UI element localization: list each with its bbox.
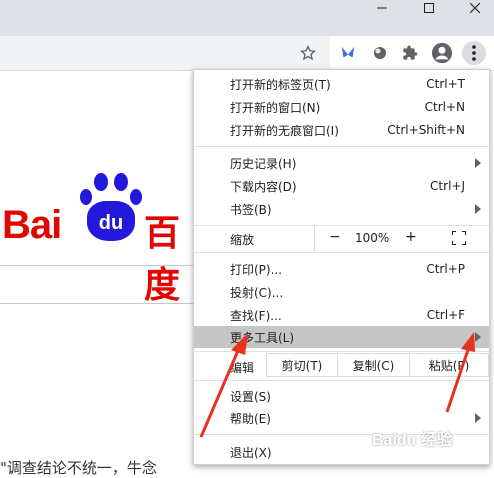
puzzle-icon: [403, 45, 418, 60]
menu-item-new-tab[interactable]: 打开新的标签页(T) Ctrl+T: [194, 73, 489, 95]
menu-item-shortcut: Ctrl+F: [426, 308, 465, 322]
browser-toolbar: [0, 36, 494, 71]
watermark: Baidu 经验: [372, 432, 453, 449]
submenu-arrow-icon: [475, 413, 481, 423]
menu-item-label: 历史记录(H): [230, 156, 297, 171]
circle-extension-icon: [374, 47, 386, 59]
divider: [0, 303, 200, 304]
address-bar[interactable]: [0, 36, 330, 70]
paste-label: 粘贴(P): [428, 358, 470, 373]
extension-circle-button[interactable]: [368, 41, 392, 65]
zoom-in-button[interactable]: +: [405, 229, 417, 245]
menu-item-label: 下载内容(D): [230, 179, 297, 194]
avatar-icon: [431, 42, 453, 64]
menu-item-cast[interactable]: 投射(C)...: [194, 281, 489, 303]
menu-item-history[interactable]: 历史记录(H): [194, 152, 489, 174]
cut-button[interactable]: 剪切(T): [266, 353, 338, 377]
menu-separator: [194, 252, 489, 253]
menu-item-new-window[interactable]: 打开新的窗口(N) Ctrl+N: [194, 96, 489, 118]
menu-item-label: 打印(P)...: [230, 262, 283, 277]
menu-item-shortcut: Ctrl+T: [426, 77, 465, 91]
title-bar: [0, 0, 494, 36]
profile-button[interactable]: [430, 41, 454, 65]
submenu-arrow-icon: [475, 204, 481, 214]
logo-latin-text: Bai: [2, 203, 62, 247]
extensions-button[interactable]: [398, 41, 422, 65]
submenu-arrow-icon: [475, 332, 481, 342]
menu-item-label: 打开新的窗口(N): [230, 100, 321, 115]
paw-pad-main: du: [87, 201, 135, 241]
menu-item-find[interactable]: 查找(F)... Ctrl+F: [194, 304, 489, 326]
paw-toe: [94, 173, 108, 191]
menu-item-label: 打开新的无痕窗口(I): [230, 123, 339, 138]
minimize-icon: [377, 7, 387, 9]
close-icon: [470, 3, 480, 13]
paw-toe: [130, 189, 142, 205]
menu-item-settings[interactable]: 设置(S): [194, 385, 489, 407]
baidu-logo[interactable]: Bai du 百度: [2, 171, 202, 306]
menu-item-bookmarks[interactable]: 书签(B): [194, 198, 489, 220]
maximize-button[interactable]: [406, 0, 452, 16]
fullscreen-icon[interactable]: [452, 231, 466, 245]
edit-row: 编辑 剪切(T) 复制(C) 粘贴(P): [194, 353, 489, 379]
submenu-arrow-icon: [475, 158, 481, 168]
minimize-button[interactable]: [359, 0, 405, 16]
star-icon: [300, 45, 316, 61]
menu-item-label: 查找(F)...: [230, 308, 282, 323]
menu-separator: [194, 380, 489, 381]
menu-item-shortcut: Ctrl+J: [430, 179, 465, 193]
logo-du-text: du: [98, 211, 124, 234]
menu-item-label: 退出(X): [230, 445, 272, 460]
menu-item-more-tools[interactable]: 更多工具(L): [194, 326, 489, 348]
menu-item-new-incognito-window[interactable]: 打开新的无痕窗口(I) Ctrl+Shift+N: [194, 119, 489, 141]
extension-feather-button[interactable]: [336, 41, 360, 65]
feather-extension-icon: [341, 46, 355, 58]
menu-item-shortcut: Ctrl+Shift+N: [387, 123, 465, 137]
close-window-button[interactable]: [452, 0, 494, 16]
menu-item-shortcut: Ctrl+N: [424, 100, 465, 114]
edit-label: 编辑: [230, 361, 255, 375]
menu-item-label: 帮助(E): [230, 411, 271, 426]
chrome-menu-button[interactable]: [462, 41, 486, 65]
copy-label: 复制(C): [352, 358, 395, 373]
more-vert-icon: [472, 45, 476, 61]
menu-separator: [194, 146, 489, 147]
menu-item-label: 投射(C)...: [230, 285, 284, 300]
paw-toe: [114, 173, 128, 191]
menu-item-print[interactable]: 打印(P)... Ctrl+P: [194, 258, 489, 280]
menu-item-label: 打开新的标签页(T): [230, 77, 331, 92]
cut-label: 剪切(T): [281, 358, 323, 373]
divider: [0, 265, 200, 266]
article-snippet: "调查结论不统一，牛念: [0, 459, 157, 477]
zoom-out-button[interactable]: −: [329, 229, 341, 245]
menu-item-shortcut: Ctrl+P: [426, 262, 465, 276]
chrome-main-menu: 打开新的标签页(T) Ctrl+T 打开新的窗口(N) Ctrl+N 打开新的无…: [193, 69, 490, 465]
menu-item-label: 更多工具(L): [230, 330, 295, 345]
zoom-row: 缩放 − 100% +: [194, 226, 489, 252]
bookmark-star-button[interactable]: [296, 41, 320, 65]
zoom-label: 缩放: [230, 233, 255, 247]
menu-item-downloads[interactable]: 下载内容(D) Ctrl+J: [194, 175, 489, 197]
zoom-level: 100%: [355, 231, 390, 245]
paw-toe: [80, 189, 92, 205]
menu-separator: [194, 351, 489, 352]
copy-button[interactable]: 复制(C): [337, 353, 410, 377]
paste-button[interactable]: 粘贴(P): [409, 353, 489, 377]
zoom-controls: − 100% +: [314, 226, 490, 252]
menu-item-label: 书签(B): [230, 202, 272, 217]
maximize-icon: [424, 3, 434, 13]
menu-item-label: 设置(S): [230, 389, 271, 404]
